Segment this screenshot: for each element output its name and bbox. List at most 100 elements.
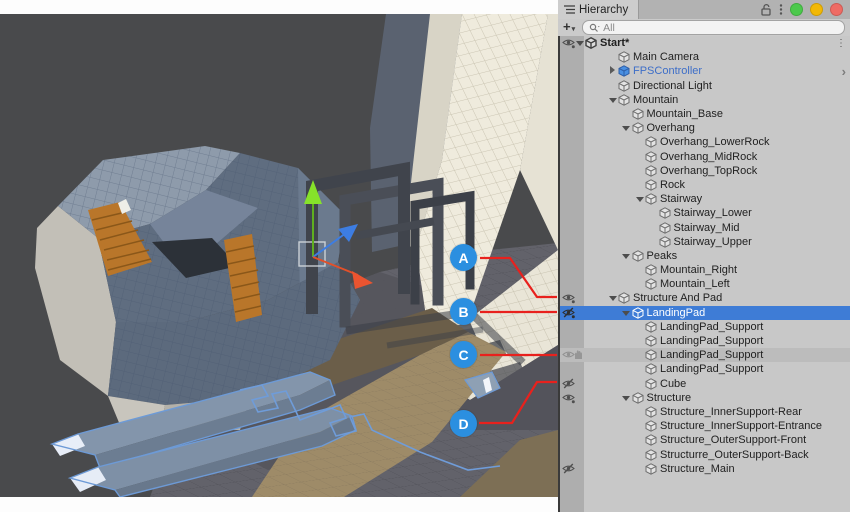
gameobject-cube-icon: [645, 136, 657, 148]
kebab-menu-icon[interactable]: [779, 3, 783, 16]
gameobject-cube-icon: [659, 236, 671, 248]
hierarchy-row-structure-innersupport-entrance[interactable]: Structure_InnerSupport-Entrance: [560, 419, 850, 433]
dropdown-caret-icon: ▾: [572, 22, 576, 37]
row-label: Structure_InnerSupport-Rear: [660, 405, 802, 419]
hierarchy-row-structure[interactable]: Structure: [560, 391, 850, 405]
hierarchy-row-structure-innersupport-rear[interactable]: Structure_InnerSupport-Rear: [560, 405, 850, 419]
hierarchy-row-peaks[interactable]: Peaks: [560, 249, 850, 263]
gameobject-cube-icon: [645, 193, 657, 205]
row-label: Overhang: [647, 121, 695, 135]
plus-icon: +: [563, 19, 571, 34]
gameobject-cube-icon: [618, 80, 630, 92]
gameobject-cube-icon: [618, 94, 630, 106]
hierarchy-row-cube[interactable]: Cube: [560, 377, 850, 391]
row-label: LandingPad_Support: [660, 348, 763, 362]
hierarchy-rows: Start* ⋮ Main Camera FPSController› Direc…: [560, 36, 850, 476]
hierarchy-row-landingpad[interactable]: LandingPad: [560, 306, 850, 320]
foldout-triangle-icon[interactable]: [607, 292, 618, 304]
gameobject-cube-icon: [632, 108, 644, 120]
hierarchy-row-landingpad-support[interactable]: LandingPad_Support: [560, 362, 850, 376]
callout-b: B: [450, 298, 477, 325]
hierarchy-row-structure-main[interactable]: Structure_Main: [560, 462, 850, 476]
hierarchy-row-overhang[interactable]: Overhang: [560, 121, 850, 135]
open-prefab-chevron-icon[interactable]: ›: [842, 64, 846, 78]
hierarchy-row-directional-light[interactable]: Directional Light: [560, 79, 850, 93]
hierarchy-row-structure-and-pad[interactable]: Structure And Pad: [560, 291, 850, 305]
hierarchy-row-mountain-right[interactable]: Mountain_Right: [560, 263, 850, 277]
gameobject-cube-icon: [632, 122, 644, 134]
foldout-triangle-icon[interactable]: [621, 122, 632, 134]
foldout-triangle-icon[interactable]: [574, 37, 585, 49]
red-status-dot[interactable]: [830, 3, 843, 16]
foldout-triangle-icon[interactable]: [621, 307, 632, 319]
bottom-margin: [0, 497, 558, 512]
padlock-icon[interactable]: [760, 3, 772, 16]
visibility-eye-off-icon[interactable]: [562, 463, 575, 478]
search-input[interactable]: All: [582, 20, 845, 35]
hierarchy-row-stairway-upper[interactable]: Stairway_Upper: [560, 235, 850, 249]
search-filter-value: All: [603, 22, 615, 34]
hierarchy-row-mountain-left[interactable]: Mountain_Left: [560, 277, 850, 291]
row-label: Start*: [600, 36, 629, 50]
hierarchy-row-structurre-outersupport-back[interactable]: Structurre_OuterSupport-Back: [560, 447, 850, 461]
row-label: Directional Light: [633, 79, 712, 93]
row-label: Main Camera: [633, 50, 699, 64]
prefab-cube-icon: [618, 65, 630, 77]
hierarchy-row-stairway[interactable]: Stairway: [560, 192, 850, 206]
hierarchy-list-icon: [564, 5, 575, 14]
hierarchy-row-overhang-midrock[interactable]: Overhang_MidRock: [560, 150, 850, 164]
tab-hierarchy[interactable]: Hierarchy: [558, 0, 639, 19]
gameobject-cube-icon: [645, 165, 657, 177]
tab-title: Hierarchy: [579, 4, 628, 16]
gameobject-cube-icon: [645, 321, 657, 333]
row-label: Stairway_Mid: [674, 221, 740, 235]
hierarchy-row-landingpad-support[interactable]: LandingPad_Support: [560, 348, 850, 362]
hierarchy-row-landingpad-support[interactable]: LandingPad_Support: [560, 334, 850, 348]
foldout-triangle-icon[interactable]: [634, 193, 645, 205]
panel-tab-bar: Hierarchy: [558, 0, 850, 20]
yellow-status-dot[interactable]: [810, 3, 823, 16]
gameobject-cube-icon: [645, 264, 657, 276]
green-status-dot[interactable]: [790, 3, 803, 16]
foldout-triangle-icon[interactable]: [607, 65, 618, 77]
hierarchy-row-fpscontroller[interactable]: FPSController›: [560, 64, 850, 78]
row-options-kebab-icon[interactable]: ⋮: [836, 36, 846, 50]
foldout-triangle-icon[interactable]: [621, 250, 632, 262]
row-label: Stairway: [660, 192, 702, 206]
hierarchy-row-main-camera[interactable]: Main Camera: [560, 50, 850, 64]
row-label: Mountain_Right: [660, 263, 737, 277]
hierarchy-panel: Hierarchy + ▾ All: [558, 0, 850, 512]
callout-a: A: [450, 244, 477, 271]
hierarchy-toolbar: + ▾ All: [558, 19, 850, 37]
top-margin: [0, 0, 558, 14]
hierarchy-row-structure-outersupport-front[interactable]: Structure_OuterSupport-Front: [560, 433, 850, 447]
gameobject-cube-icon: [618, 292, 630, 304]
row-label: Stairway_Upper: [674, 235, 752, 249]
hierarchy-row-landingpad-support[interactable]: LandingPad_Support: [560, 320, 850, 334]
hierarchy-tree[interactable]: Start* ⋮ Main Camera FPSController› Direc…: [558, 36, 850, 512]
gameobject-cube-icon: [645, 278, 657, 290]
row-label: LandingPad_Support: [660, 362, 763, 376]
gameobject-cube-icon: [659, 207, 671, 219]
gameobject-cube-icon: [632, 307, 644, 319]
hierarchy-row-overhang-lowerrock[interactable]: Overhang_LowerRock: [560, 135, 850, 149]
row-label: Overhang_MidRock: [660, 150, 757, 164]
scene-view[interactable]: A B C D: [0, 0, 558, 512]
row-label: Stairway_Lower: [674, 206, 752, 220]
foldout-triangle-icon[interactable]: [621, 392, 632, 404]
gameobject-cube-icon: [645, 406, 657, 418]
pickability-hand-icon[interactable]: [573, 349, 583, 363]
foldout-triangle-icon[interactable]: [607, 94, 618, 106]
gameobject-cube-icon: [645, 449, 657, 461]
hierarchy-row-rock[interactable]: Rock: [560, 178, 850, 192]
gameobject-cube-icon: [659, 222, 671, 234]
hierarchy-row-overhang-toprock[interactable]: Overhang_TopRock: [560, 164, 850, 178]
row-label: Overhang_LowerRock: [660, 135, 769, 149]
create-object-button[interactable]: + ▾: [558, 19, 578, 37]
hierarchy-row-stairway-lower[interactable]: Stairway_Lower: [560, 206, 850, 220]
hierarchy-row-mountain-base[interactable]: Mountain_Base: [560, 107, 850, 121]
hierarchy-row-start-[interactable]: Start* ⋮: [560, 36, 850, 50]
gameobject-cube-icon: [645, 349, 657, 361]
hierarchy-row-mountain[interactable]: Mountain: [560, 93, 850, 107]
hierarchy-row-stairway-mid[interactable]: Stairway_Mid: [560, 220, 850, 234]
